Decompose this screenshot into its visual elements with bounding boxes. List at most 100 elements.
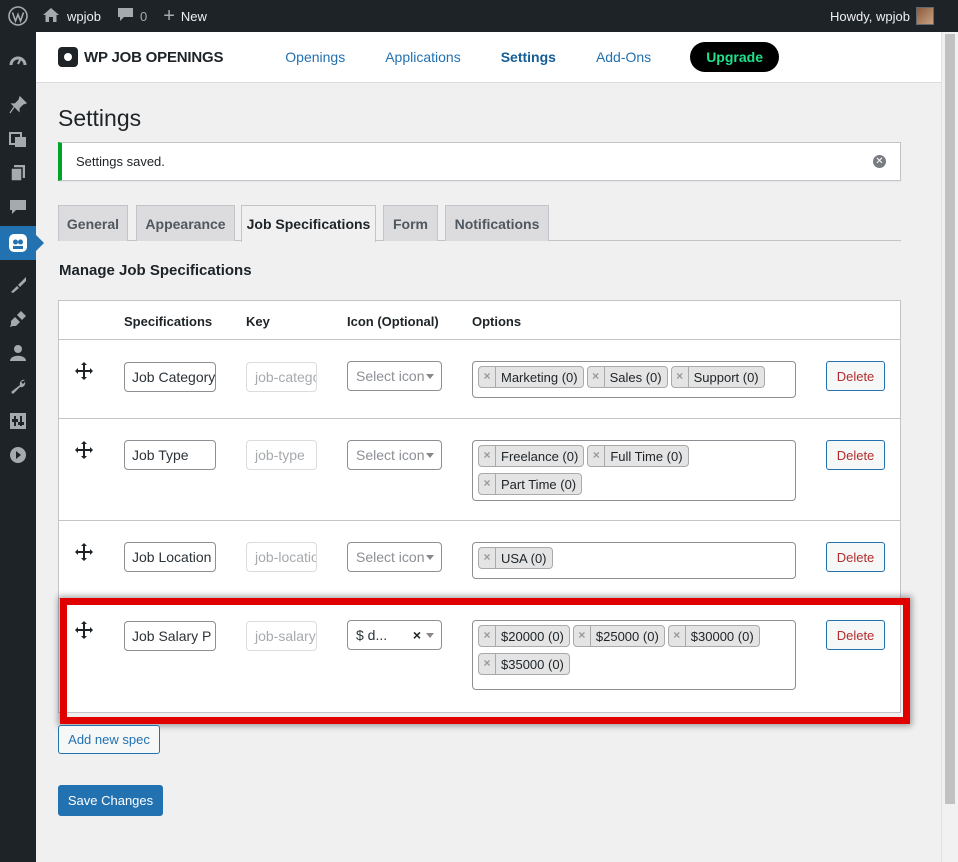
options-field[interactable]: × Marketing (0) × Sales (0) × Support (0)	[472, 361, 796, 398]
icon-select-value: Select icon	[356, 549, 425, 565]
remove-tag-icon[interactable]: ×	[479, 367, 496, 387]
drag-handle-icon[interactable]	[75, 543, 93, 561]
howdy-text: Howdy, wpjob	[830, 8, 910, 24]
option-tag: × Marketing (0)	[478, 366, 584, 388]
appearance-icon[interactable]	[0, 268, 36, 302]
header-specifications: Specifications	[124, 314, 213, 329]
delete-button[interactable]: Delete	[826, 440, 885, 470]
option-tag-label: $30000 (0)	[690, 628, 754, 644]
tab-form[interactable]: Form	[383, 205, 438, 241]
scrollbar-thumb[interactable]	[945, 34, 955, 804]
user-account-menu[interactable]: Howdy, wpjob	[822, 0, 958, 32]
drag-handle-icon[interactable]	[75, 621, 93, 639]
new-label: New	[180, 8, 207, 24]
options-field[interactable]: × USA (0)	[472, 542, 796, 579]
site-name-link[interactable]: wpjob	[36, 0, 109, 32]
users-icon[interactable]	[0, 336, 36, 370]
option-tag-label: Marketing (0)	[501, 369, 578, 385]
nav-settings[interactable]: Settings	[501, 49, 556, 65]
tab-job-specifications[interactable]: Job Specifications	[241, 205, 376, 242]
nav-openings[interactable]: Openings	[285, 49, 345, 65]
tools-icon[interactable]	[0, 370, 36, 404]
drag-handle-icon[interactable]	[75, 362, 93, 380]
wordpress-logo-icon[interactable]	[0, 0, 36, 32]
page-scrollbar[interactable]	[941, 32, 958, 862]
icon-select[interactable]: Select icon	[347, 542, 442, 572]
remove-tag-icon[interactable]: ×	[479, 548, 496, 568]
nav-add-ons[interactable]: Add-Ons	[596, 49, 651, 65]
comments-count: 0	[139, 8, 148, 24]
delete-button[interactable]: Delete	[826, 620, 885, 650]
save-changes-button[interactable]: Save Changes	[58, 785, 163, 816]
icon-select-value: Select icon	[356, 368, 425, 384]
new-content-link[interactable]: + New	[155, 0, 215, 32]
icon-select[interactable]: Select icon	[347, 361, 442, 391]
option-tag: × $30000 (0)	[667, 625, 760, 647]
icon-select[interactable]: $ d... ×	[347, 620, 442, 650]
dismiss-icon[interactable]: ✕	[873, 155, 886, 168]
header-key: Key	[246, 314, 270, 329]
delete-button[interactable]: Delete	[826, 542, 885, 572]
drag-handle-icon[interactable]	[75, 441, 93, 459]
options-field[interactable]: × Freelance (0) × Full Time (0) × Part Time (…	[472, 440, 796, 501]
remove-tag-icon[interactable]: ×	[479, 626, 496, 646]
option-tag-label: Full Time (0)	[610, 448, 683, 464]
options-field[interactable]: × $20000 (0) × $25000 (0) × $30000 (0) × $35000…	[472, 620, 796, 690]
spec-name-input[interactable]: Job Salary P	[124, 621, 216, 651]
add-new-spec-button[interactable]: Add new spec	[58, 725, 160, 754]
remove-tag-icon[interactable]: ×	[588, 446, 606, 466]
success-notice: Settings saved. ✕	[58, 142, 901, 181]
option-tag-label: USA (0)	[501, 550, 547, 566]
spec-name-input[interactable]: Job Location	[124, 542, 216, 572]
icon-select-value: $ d...	[356, 627, 388, 643]
option-tag-label: Freelance (0)	[501, 448, 579, 464]
option-tag: × Sales (0)	[586, 366, 668, 388]
dashboard-icon[interactable]	[0, 44, 36, 78]
section-title: Manage Job Specifications	[59, 262, 252, 279]
chevron-down-icon	[426, 555, 434, 560]
comments-menu-icon[interactable]	[0, 190, 36, 224]
settings-menu-icon[interactable]	[0, 404, 36, 438]
remove-tag-icon[interactable]: ×	[479, 446, 496, 466]
spec-key-input[interactable]: job-location	[246, 542, 317, 572]
spec-key-input[interactable]: job-category	[246, 362, 317, 392]
spec-key-input[interactable]: job-salary	[246, 621, 317, 651]
plugin-nav: Openings Applications Settings Add-Ons U…	[285, 42, 779, 72]
remove-tag-icon[interactable]: ×	[479, 654, 496, 674]
option-tag: × $25000 (0)	[572, 625, 665, 647]
chevron-down-icon	[426, 633, 434, 638]
icon-select[interactable]: Select icon	[347, 440, 442, 470]
spec-name-input[interactable]: Job Type	[124, 440, 216, 470]
upgrade-button[interactable]: Upgrade	[690, 42, 779, 72]
job-openings-icon[interactable]	[0, 226, 44, 260]
pages-icon[interactable]	[0, 156, 36, 190]
spec-name-input[interactable]: Job Category	[124, 362, 216, 392]
admin-side-menu	[0, 32, 44, 862]
delete-button[interactable]: Delete	[826, 361, 885, 391]
tab-general[interactable]: General	[58, 205, 128, 241]
spec-key-input[interactable]: job-type	[246, 440, 317, 470]
plugins-icon[interactable]	[0, 302, 36, 336]
header-icon: Icon (Optional)	[347, 314, 439, 329]
option-tag-label: $35000 (0)	[501, 656, 564, 672]
pin-icon[interactable]	[0, 88, 36, 122]
remove-tag-icon[interactable]: ×	[479, 474, 496, 494]
chevron-down-icon	[426, 374, 434, 379]
remove-tag-icon[interactable]: ×	[588, 367, 605, 387]
collapse-menu-icon[interactable]	[0, 438, 36, 472]
tab-appearance[interactable]: Appearance	[136, 205, 235, 241]
icon-select-value: Select icon	[356, 447, 425, 463]
nav-applications[interactable]: Applications	[385, 49, 461, 65]
option-tag: × $20000 (0)	[478, 625, 570, 647]
table-row: Job Location job-location Select icon × U…	[59, 520, 900, 598]
brand[interactable]: WP JOB OPENINGS	[58, 47, 223, 67]
remove-tag-icon[interactable]: ×	[672, 367, 689, 387]
clear-selection-icon[interactable]: ×	[413, 621, 421, 649]
chevron-down-icon	[426, 453, 434, 458]
tab-notifications[interactable]: Notifications	[445, 205, 549, 241]
remove-tag-icon[interactable]: ×	[669, 626, 686, 646]
option-tag: × Support (0)	[670, 366, 765, 388]
media-icon[interactable]	[0, 122, 36, 156]
comments-link[interactable]: 0	[109, 0, 155, 32]
remove-tag-icon[interactable]: ×	[574, 626, 591, 646]
